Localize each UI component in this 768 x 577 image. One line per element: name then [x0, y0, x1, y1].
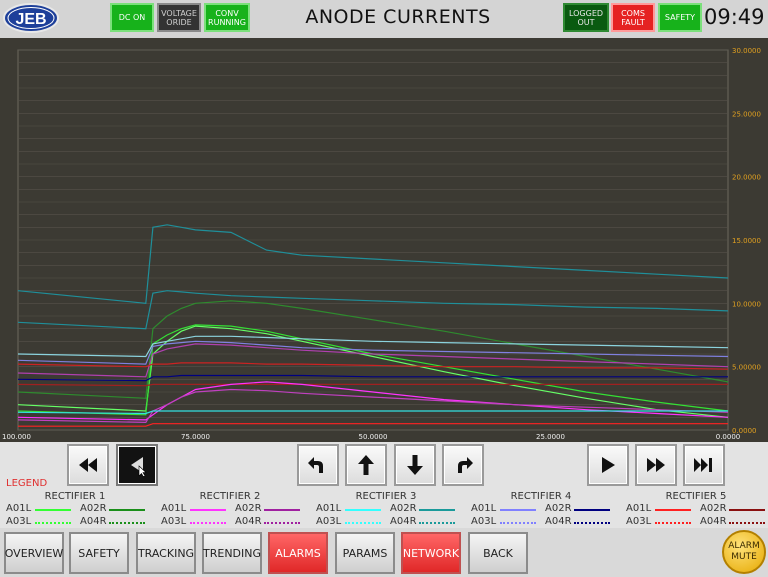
legend-swatch [419, 509, 455, 511]
legend-label-a03l: A03L [626, 516, 652, 527]
legend-label-a01l: A01L [471, 503, 497, 514]
legend-label-a03l: A03L [6, 516, 32, 527]
clock: 09:49 [704, 5, 765, 29]
legend-swatch [109, 522, 145, 524]
indicator-safety[interactable]: SAFETY [658, 3, 702, 32]
network-button[interactable]: NETWORK [401, 532, 461, 574]
series-line-7 [17, 343, 729, 378]
redo-icon [458, 457, 473, 473]
safety-button[interactable]: SAFETY [69, 532, 129, 574]
anode-current-chart: 0.0000 5.00000 10.0000 15.0000 20.0000 25.000… [2, 47, 761, 441]
rectifier-1-label: RECTIFIER 1 [44, 491, 106, 502]
alarms-button[interactable]: ALARMS [268, 532, 328, 574]
legend-title: LEGEND [6, 478, 48, 489]
legend-swatch [264, 509, 300, 511]
series-line-4 [17, 324, 729, 416]
legend-label-a01l: A01L [6, 503, 32, 514]
series-line-3 [17, 325, 729, 418]
legend-swatch [574, 509, 610, 511]
legend-label-a02r: A02R [700, 503, 727, 514]
indicator-conv-running[interactable]: CONV RUNNING [204, 3, 250, 32]
y-tick-label: 10.0000 [732, 300, 761, 308]
indicator-coms-fault[interactable]: COMS FAULT [611, 3, 655, 32]
legend-swatch [500, 509, 536, 511]
legend-swatch [35, 522, 71, 524]
down-arrow-icon [407, 455, 423, 475]
x-tick-label: 0.0000 [716, 433, 741, 441]
legend-swatch [190, 522, 226, 524]
legend-label-a01l: A01L [626, 503, 652, 514]
rectifier-2-label: RECTIFIER 2 [199, 491, 261, 502]
rewind-icon [131, 457, 147, 476]
legend-label-a02r: A02R [80, 503, 107, 514]
legend-swatch [35, 509, 71, 511]
rectifier-4-label: RECTIFIER 4 [510, 491, 572, 502]
play-icon [602, 457, 615, 473]
logo-text: JEB [15, 11, 46, 28]
legend-label-a03l: A03L [161, 516, 187, 527]
legend-label-a04r: A04R [235, 516, 262, 527]
legend-swatch [574, 522, 610, 524]
alarm-mute-button[interactable]: ALARM MUTE [722, 530, 766, 574]
series-line-0 [17, 224, 729, 304]
x-tick-label: 100.000 [2, 433, 31, 441]
series-line-14 [18, 423, 728, 427]
legend-label-a02r: A02R [390, 503, 417, 514]
x-tick-label: 25.0000 [536, 433, 565, 441]
series-line-10 [17, 383, 728, 387]
legend-label-a04r: A04R [80, 516, 107, 527]
legend-label-a04r: A04R [390, 516, 417, 527]
legend-label-a03l: A03L [316, 516, 342, 527]
legend-swatch [345, 509, 381, 511]
y-tick-label: 5.00000 [732, 364, 761, 372]
x-tick-label: 75.0000 [181, 433, 210, 441]
page-title: ANODE CURRENTS [305, 6, 491, 28]
series-line-13 [17, 410, 728, 415]
trending-button[interactable]: TRENDING [202, 532, 262, 574]
back-button[interactable]: BACK [468, 532, 528, 574]
series-line-2 [17, 300, 729, 399]
legend-label-a01l: A01L [316, 503, 342, 514]
y-tick-label: 30.0000 [732, 47, 761, 55]
legend-swatch [190, 509, 226, 511]
legend-swatch [264, 522, 300, 524]
y-tick-label: 20.0000 [732, 174, 761, 182]
legend-swatch [729, 509, 765, 511]
series-line-6 [17, 340, 729, 365]
legend-label-a01l: A01L [161, 503, 187, 514]
rewind-fast-icon [79, 458, 97, 472]
legend-swatch [729, 522, 765, 524]
legend-swatch [109, 509, 145, 511]
y-tick-label: 25.0000 [732, 110, 761, 118]
undo-icon [308, 457, 323, 473]
legend-swatch [345, 522, 381, 524]
y-tick-label: 15.0000 [732, 237, 761, 245]
legend-swatch [500, 522, 536, 524]
tracking-button[interactable]: TRACKING [136, 532, 196, 574]
legend-label-a02r: A02R [545, 503, 572, 514]
legend-swatch [419, 522, 455, 524]
indicator-dc-on[interactable]: DC ON [110, 3, 154, 32]
legend-label-a04r: A04R [545, 516, 572, 527]
indicator-voltage-override[interactable]: VOLTAGE ORIDE [157, 3, 201, 32]
series-line-1 [17, 290, 729, 330]
legend-swatch [655, 509, 691, 511]
rectifier-5-label: RECTIFIER 5 [665, 491, 727, 502]
legend-area [0, 476, 768, 528]
overview-button[interactable]: OVERVIEW [4, 532, 64, 574]
legend-swatch [655, 522, 691, 524]
legend-label-a02r: A02R [235, 503, 262, 514]
params-button[interactable]: PARAMS [335, 532, 395, 574]
legend-label-a03l: A03L [471, 516, 497, 527]
rectifier-3-label: RECTIFIER 3 [355, 491, 417, 502]
jeb-logo: JEB [3, 3, 59, 33]
legend-label-a04r: A04R [700, 516, 727, 527]
fast-forward-icon [647, 458, 665, 472]
skip-end-icon [694, 458, 712, 472]
x-tick-label: 50.0000 [359, 433, 388, 441]
up-arrow-icon [358, 455, 374, 475]
indicator-logged-out[interactable]: LOGGED OUT [563, 3, 609, 32]
